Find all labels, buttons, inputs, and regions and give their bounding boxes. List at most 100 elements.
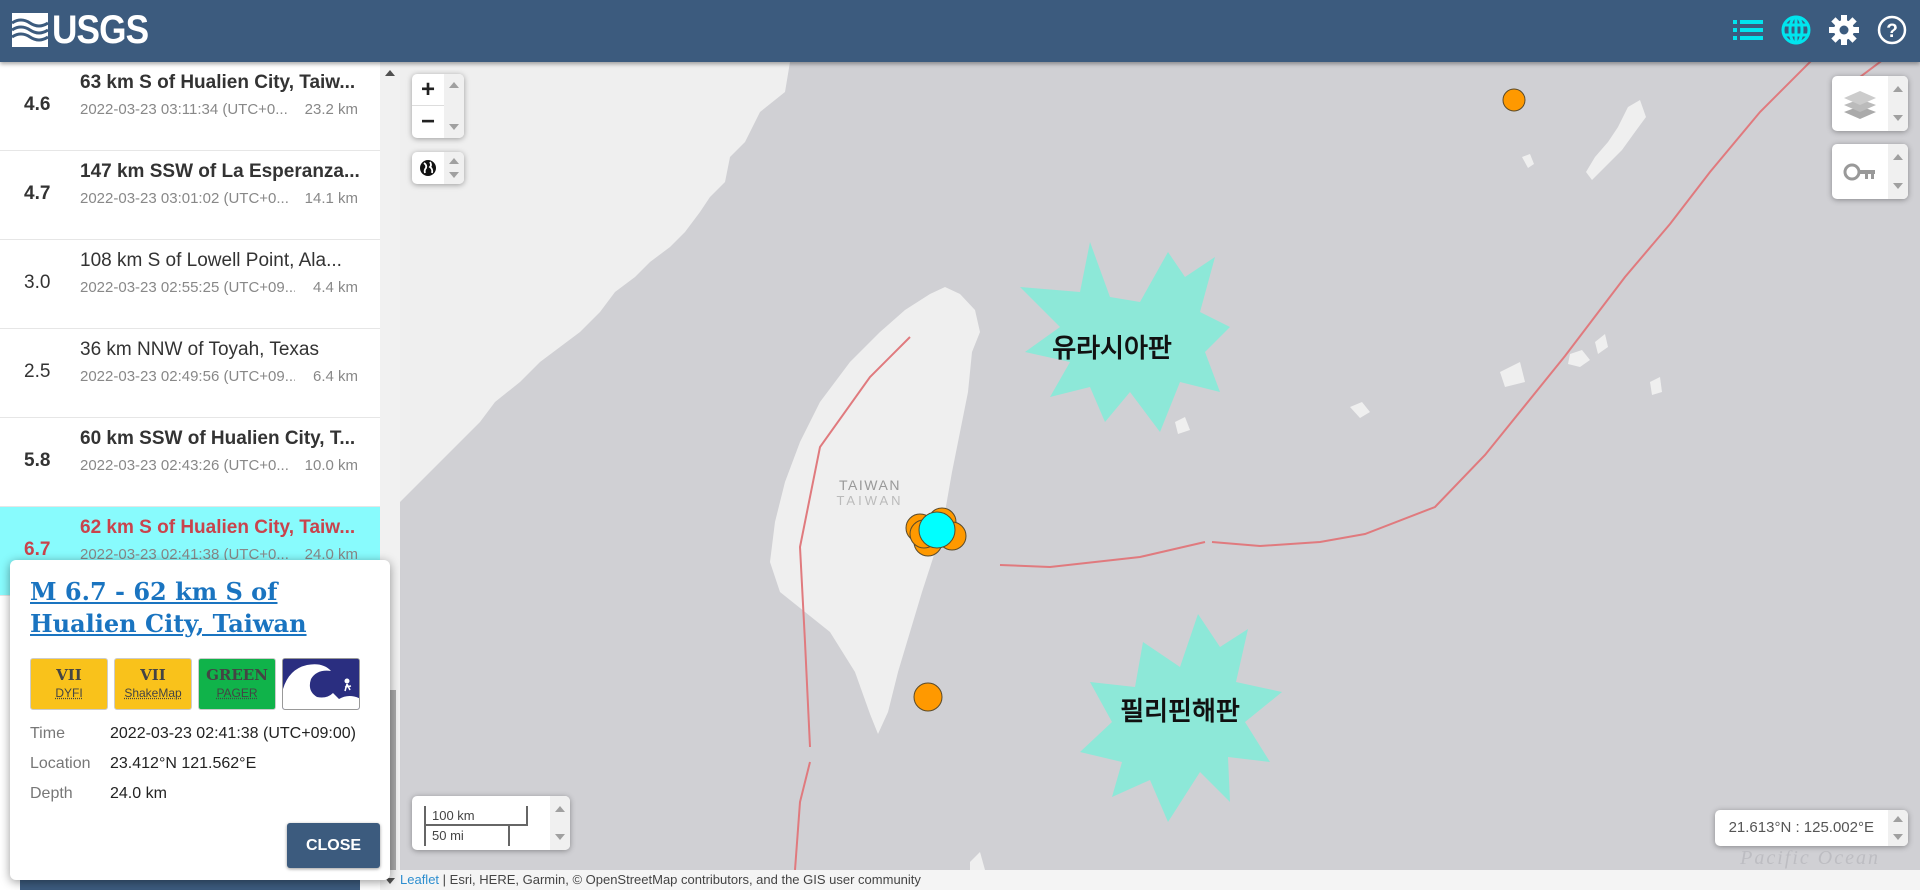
- shakemap-badge[interactable]: VII ShakeMap: [114, 658, 192, 710]
- coordinates-spinner[interactable]: [1888, 810, 1908, 846]
- close-button[interactable]: CLOSE: [287, 823, 380, 868]
- detail-key: Location: [30, 755, 91, 772]
- earthquake-marker[interactable]: [1502, 88, 1526, 112]
- layers-button[interactable]: [1832, 76, 1888, 131]
- earthquake-marker-selected[interactable]: [918, 511, 956, 549]
- spinner-up-icon[interactable]: [449, 82, 459, 88]
- list-item[interactable]: 4.6 63 km S of Hualien City, Taiw... 202…: [0, 62, 380, 151]
- detail-row-depth: Depth 24.0 km: [30, 785, 356, 815]
- leaflet-link[interactable]: Leaflet: [400, 872, 439, 887]
- world-view-button[interactable]: [412, 152, 444, 184]
- event-magnitude: 3.0: [24, 272, 51, 293]
- event-place: 108 km S of Lowell Point, Ala...: [80, 250, 342, 271]
- zoom-in-button[interactable]: +: [412, 74, 444, 106]
- list-icon[interactable]: [1730, 12, 1766, 48]
- world-view-control: [412, 152, 464, 184]
- event-place: 147 km SSW of La Esperanza...: [80, 161, 360, 182]
- event-time: 2022-03-23 03:11:34 (UTC+0...: [80, 101, 288, 118]
- attribution-text: | Esri, HERE, Garmin, © OpenStreetMap co…: [439, 872, 921, 887]
- layers-icon: [1844, 90, 1876, 119]
- spinner-down-icon[interactable]: [449, 124, 459, 130]
- spinner-up-icon[interactable]: [1893, 86, 1903, 92]
- plate-boundary-southwest: [794, 761, 811, 870]
- legend-control: [1832, 144, 1908, 199]
- spinner-up-icon[interactable]: [1893, 816, 1903, 822]
- island: [1522, 154, 1534, 168]
- basemap: 유라시아판 필리핀해판 TAIWAN TAIWAN: [400, 62, 1882, 870]
- island: [1568, 350, 1590, 367]
- zoom-control: + −: [412, 74, 464, 138]
- scale-control: 100 km 50 mi: [412, 796, 570, 850]
- event-magnitude: 5.8: [24, 450, 51, 471]
- spinner-up-icon[interactable]: [449, 158, 459, 164]
- spinner-down-icon[interactable]: [1893, 183, 1903, 189]
- layers-control: [1832, 76, 1908, 131]
- event-popup: M 6.7 - 62 km S of Hualien City, Taiwan …: [10, 560, 390, 880]
- usgs-wave-icon: [12, 13, 48, 47]
- spinner-down-icon[interactable]: [1893, 115, 1903, 121]
- spinner-up-icon[interactable]: [555, 806, 565, 812]
- island: [1500, 362, 1525, 387]
- zoom-control-spinner[interactable]: [444, 74, 464, 138]
- badge-value: VII: [56, 666, 82, 684]
- spinner-up-icon[interactable]: [1893, 154, 1903, 160]
- event-time: 2022-03-23 02:43:26 (UTC+0...: [80, 457, 289, 474]
- zoom-out-button[interactable]: −: [412, 106, 444, 138]
- world-view-spinner[interactable]: [444, 152, 464, 184]
- help-icon[interactable]: ?: [1874, 12, 1910, 48]
- globe-icon[interactable]: [1778, 12, 1814, 48]
- earth-icon: [420, 160, 436, 176]
- tsunami-badge[interactable]: [282, 658, 360, 710]
- spinner-down-icon[interactable]: [1893, 834, 1903, 840]
- philippine-plate-burst: 필리핀해판: [1080, 614, 1282, 822]
- detail-value: 2022-03-23 02:41:38 (UTC+09:00): [110, 725, 356, 742]
- spinner-down-icon[interactable]: [555, 834, 565, 840]
- badge-value: VII: [140, 666, 166, 684]
- list-item[interactable]: 2.5 36 km NNW of Toyah, Texas 2022-03-23…: [0, 329, 380, 418]
- coordinates-readout: 21.613°N : 125.002°E: [1728, 819, 1874, 836]
- list-item[interactable]: 3.0 108 km S of Lowell Point, Ala... 202…: [0, 240, 380, 329]
- event-place: 60 km SSW of Hualien City, T...: [80, 428, 356, 449]
- usgs-logo[interactable]: USGS: [12, 7, 161, 52]
- event-depth: 23.2 km: [304, 101, 358, 118]
- plate-boundary-ryukyu: [1211, 62, 1812, 548]
- island: [1350, 402, 1370, 418]
- detail-value: 23.412°N 121.562°E: [110, 755, 257, 772]
- legend-button[interactable]: [1832, 144, 1888, 199]
- event-time: 2022-03-23 02:49:56 (UTC+09...: [80, 368, 295, 385]
- list-item[interactable]: 4.7 147 km SSW of La Esperanza... 2022-0…: [0, 151, 380, 240]
- earthquake-markers: [905, 88, 1526, 712]
- event-place: 36 km NNW of Toyah, Texas: [80, 339, 320, 360]
- logo-text: USGS: [52, 7, 149, 52]
- scroll-up-arrow-icon[interactable]: [385, 70, 395, 76]
- event-depth: 6.4 km: [312, 368, 358, 385]
- dyfi-badge[interactable]: VII DYFI: [30, 658, 108, 710]
- event-magnitude: 4.6: [24, 94, 51, 115]
- event-title-link[interactable]: M 6.7 - 62 km S of Hualien City, Taiwan: [30, 576, 370, 640]
- tsunami-icon: [283, 659, 359, 709]
- earthquake-marker[interactable]: [913, 682, 943, 712]
- island: [1586, 100, 1646, 180]
- event-time: 2022-03-23 02:55:25 (UTC+09...: [80, 279, 295, 296]
- legend-spinner[interactable]: [1888, 144, 1908, 199]
- ocean-label: Pacific Ocean: [1740, 847, 1880, 869]
- island: [1650, 377, 1662, 395]
- detail-row-time: Time 2022-03-23 02:41:38 (UTC+09:00): [30, 725, 356, 755]
- map-attribution: Leaflet | Esri, HERE, Garmin, © OpenStre…: [400, 870, 1920, 890]
- spinner-down-icon[interactable]: [449, 172, 459, 178]
- island: [1175, 417, 1190, 434]
- scale-spinner[interactable]: [550, 796, 570, 850]
- plate-boundaries: [794, 62, 1882, 870]
- island: [1595, 334, 1608, 354]
- plate-boundary-east: [999, 541, 1206, 569]
- event-magnitude: 2.5: [24, 361, 51, 382]
- gear-icon[interactable]: [1826, 12, 1862, 48]
- event-time: 2022-03-23 03:01:02 (UTC+0...: [80, 190, 289, 207]
- pager-badge[interactable]: GREEN PAGER: [198, 658, 276, 710]
- island: [970, 852, 985, 870]
- map-view[interactable]: 유라시아판 필리핀해판 TAIWAN TAIWAN + − 100 km 50 …: [400, 62, 1920, 870]
- eurasian-plate-burst: 유라시아판: [1020, 242, 1230, 432]
- layers-spinner[interactable]: [1888, 76, 1908, 131]
- list-item[interactable]: 5.8 60 km SSW of Hualien City, T... 2022…: [0, 418, 380, 507]
- event-magnitude: 6.7: [24, 539, 51, 560]
